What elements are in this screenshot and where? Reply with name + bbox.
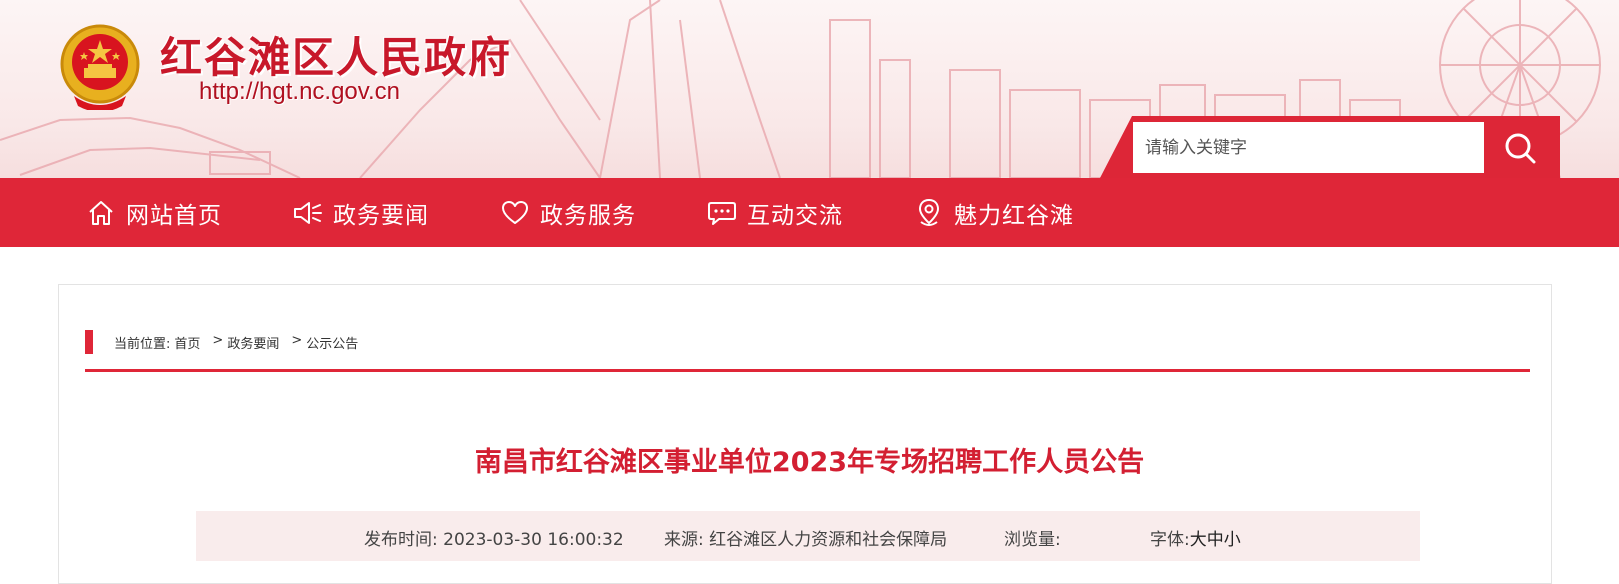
breadcrumb-separator: > [291, 333, 303, 348]
article-title: 南昌市红谷滩区事业单位2023年专场招聘工作人员公告 [474, 447, 1145, 478]
font-size-label: 字体: [1150, 530, 1190, 550]
site-header: 红谷滩区人民政府 http://hgt.nc.gov.cn [0, 0, 1619, 178]
breadcrumb-marker [85, 330, 93, 354]
home-icon [86, 198, 116, 228]
source-value: 红谷滩区人力资源和社会保障局 [709, 530, 948, 550]
chat-bubble-icon [707, 198, 737, 228]
search-button[interactable] [1490, 122, 1550, 173]
national-emblem-icon[interactable] [58, 22, 142, 110]
font-size-switcher: 字体:大中小 [1150, 525, 1241, 550]
source: 来源: 红谷滩区人力资源和社会保障局 [664, 525, 947, 550]
site-url[interactable]: http://hgt.nc.gov.cn [199, 78, 400, 106]
publish-time-value: 2023-03-30 16:00:32 [443, 530, 624, 550]
view-count-label: 浏览量: [1004, 530, 1061, 550]
breadcrumb-separator: > [212, 333, 224, 348]
nav-label: 政务要闻 [333, 202, 429, 229]
breadcrumb-item-notices[interactable]: 公示公告 [306, 333, 358, 352]
font-size-small[interactable]: 小 [1224, 530, 1241, 550]
location-pin-icon [914, 198, 944, 228]
nav-item-news[interactable]: 政务要闻 [293, 178, 429, 247]
nav-label: 网站首页 [126, 202, 222, 229]
nav-label: 政务服务 [540, 202, 636, 229]
breadcrumb: 当前位置: 首页 > 政务要闻 > 公示公告 [114, 333, 358, 352]
heart-icon [500, 198, 530, 228]
article-meta: 发布时间: 2023-03-30 16:00:32 来源: 红谷滩区人力资源和社… [196, 511, 1420, 561]
font-size-medium[interactable]: 中 [1207, 530, 1224, 550]
publish-time-label: 发布时间: [364, 530, 438, 550]
nav-item-services[interactable]: 政务服务 [500, 178, 636, 247]
font-size-large[interactable]: 大 [1190, 530, 1207, 550]
main-navigation: 网站首页 政务要闻 政务服务 互动交流 魅力红谷滩 [0, 178, 1619, 247]
nav-item-charm[interactable]: 魅力红谷滩 [914, 178, 1074, 247]
search-input[interactable] [1133, 122, 1484, 173]
breadcrumb-prefix: 当前位置: [114, 337, 171, 352]
source-label: 来源: [664, 530, 704, 550]
nav-label: 魅力红谷滩 [954, 202, 1074, 229]
megaphone-icon [293, 198, 323, 228]
publish-time: 发布时间: 2023-03-30 16:00:32 [364, 525, 624, 550]
view-count: 浏览量: [1004, 525, 1061, 550]
nav-label: 互动交流 [747, 202, 843, 229]
breadcrumb-item-home[interactable]: 首页 [174, 333, 200, 352]
nav-item-home[interactable]: 网站首页 [86, 178, 222, 247]
breadcrumb-item-news[interactable]: 政务要闻 [227, 333, 279, 352]
site-title: 红谷滩区人民政府 [160, 33, 513, 82]
breadcrumb-divider [85, 369, 1530, 372]
search-icon [1505, 133, 1536, 163]
nav-item-interaction[interactable]: 互动交流 [707, 178, 843, 247]
